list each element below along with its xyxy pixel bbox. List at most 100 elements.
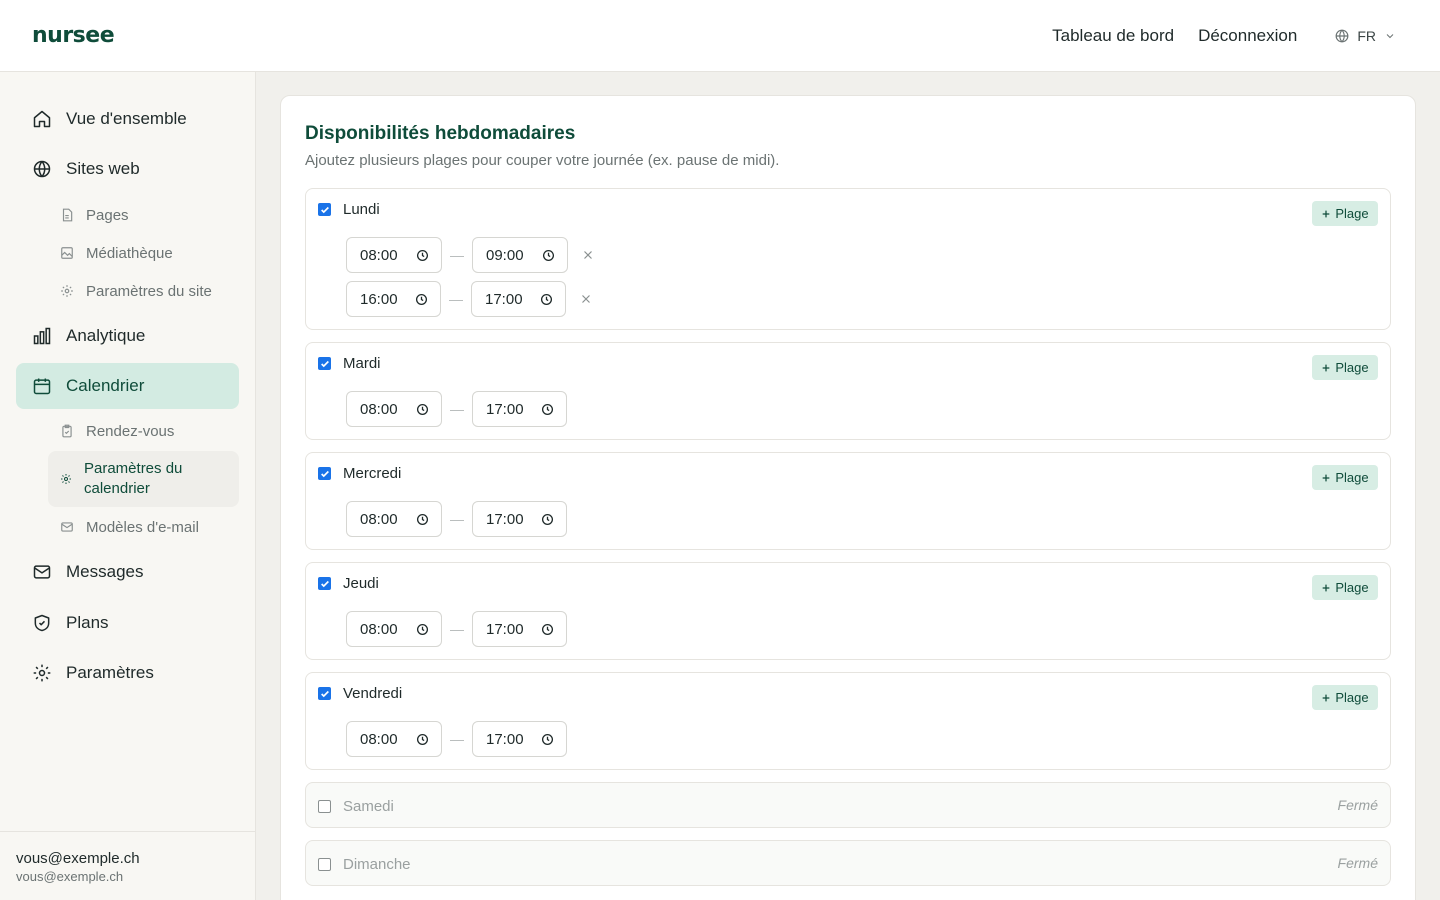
day-header: Mardi [318, 355, 381, 372]
start-time-input[interactable]: 16:00 [346, 281, 441, 317]
day-header: Mercredi [318, 465, 401, 482]
logo[interactable]: nursee [32, 23, 115, 48]
add-range-label: Plage [1335, 360, 1369, 375]
sidebar-item-websites[interactable]: Sites web [16, 146, 239, 192]
start-time-input[interactable]: 08:00 [346, 721, 442, 757]
add-range-button[interactable]: Plage [1312, 465, 1378, 490]
day-header: Jeudi [318, 575, 379, 592]
clock-icon [416, 403, 429, 415]
day-row-monday: Lundi Plage 08:00 — 09:00 16:00 — 17:00 [305, 188, 1391, 330]
day-name: Lundi [343, 201, 380, 218]
sidebar-item-analytics[interactable]: Analytique [16, 313, 239, 359]
range-separator: — [450, 247, 464, 263]
add-range-label: Plage [1335, 470, 1369, 485]
file-icon [62, 208, 73, 222]
sidebar-subitem-label: Rendez-vous [86, 422, 175, 440]
top-nav: Tableau de bord Déconnexion FR [1052, 26, 1408, 46]
remove-range-button[interactable] [582, 249, 594, 261]
start-time-input[interactable]: 08:00 [346, 611, 442, 647]
sidebar-item-settings[interactable]: Paramètres [16, 650, 239, 696]
day-checkbox[interactable] [318, 357, 331, 370]
sidebar-subitem-appointments[interactable]: Rendez-vous [48, 421, 239, 441]
user-email: vous@exemple.ch [16, 869, 124, 884]
end-time-value: 17:00 [486, 400, 524, 418]
plus-icon [1323, 474, 1330, 481]
day-checkbox[interactable] [318, 800, 331, 813]
start-time-value: 08:00 [360, 246, 398, 264]
day-header: Samedi [318, 798, 394, 815]
sidebar-subitem-label: Pages [86, 206, 129, 224]
closed-label: Fermé [1337, 855, 1378, 871]
end-time-input[interactable]: 17:00 [472, 391, 567, 427]
checkmark-icon [320, 470, 329, 477]
day-row-saturday: Samedi Fermé [305, 782, 1391, 828]
dashboard-link[interactable]: Tableau de bord [1052, 26, 1174, 46]
day-checkbox[interactable] [318, 467, 331, 480]
logout-link[interactable]: Déconnexion [1198, 26, 1297, 46]
end-time-input[interactable]: 17:00 [472, 611, 567, 647]
start-time-value: 08:00 [360, 400, 398, 418]
end-time-input[interactable]: 09:00 [472, 237, 568, 273]
clock-icon [415, 293, 428, 305]
start-time-input[interactable]: 08:00 [346, 237, 442, 273]
clock-icon [541, 403, 554, 415]
start-time-input[interactable]: 08:00 [346, 391, 442, 427]
sidebar-subitem-email-templates[interactable]: Modèles d'e-mail [48, 517, 239, 537]
day-checkbox[interactable] [318, 858, 331, 871]
end-time-value: 17:00 [486, 620, 524, 638]
start-time-value: 08:00 [360, 730, 398, 748]
add-range-button[interactable]: Plage [1312, 575, 1378, 600]
end-time-input[interactable]: 17:00 [472, 721, 567, 757]
sidebar-subitem-label: Médiathèque [86, 244, 173, 262]
globe-icon [33, 160, 51, 178]
sidebar-item-label: Messages [66, 562, 144, 581]
remove-range-button[interactable] [580, 293, 592, 305]
clipboard-icon [62, 424, 72, 438]
add-range-label: Plage [1335, 580, 1369, 595]
add-range-button[interactable]: Plage [1312, 355, 1378, 380]
shield-icon [34, 614, 50, 632]
range-separator: — [450, 401, 464, 417]
image-icon [61, 247, 73, 259]
checkmark-icon [320, 206, 329, 213]
calendar-icon [33, 378, 51, 395]
day-checkbox[interactable] [318, 577, 331, 590]
clock-icon [416, 513, 429, 525]
sidebar-item-label: Calendrier [66, 376, 145, 395]
sidebar-subitem-pages[interactable]: Pages [48, 205, 239, 225]
time-range: 08:00 — 17:00 [346, 611, 567, 647]
clock-icon [541, 733, 554, 745]
closed-label: Fermé [1337, 797, 1378, 813]
end-time-value: 17:00 [485, 290, 523, 308]
time-range: 08:00 — 17:00 [346, 391, 567, 427]
start-time-input[interactable]: 08:00 [346, 501, 442, 537]
clock-icon [416, 249, 429, 261]
sidebar-item-messages[interactable]: Messages [16, 549, 239, 595]
add-range-button[interactable]: Plage [1312, 201, 1378, 226]
day-name: Dimanche [343, 856, 411, 873]
sidebar-item-overview[interactable]: Vue d'ensemble [16, 96, 239, 142]
sidebar-item-label: Analytique [66, 326, 146, 345]
sidebar-item-label: Plans [66, 613, 109, 632]
day-checkbox[interactable] [318, 203, 331, 216]
end-time-input[interactable]: 17:00 [471, 281, 566, 317]
plus-icon [1323, 364, 1330, 371]
end-time-input[interactable]: 17:00 [472, 501, 567, 537]
range-separator: — [450, 621, 464, 637]
card-subtitle: Ajoutez plusieurs plages pour couper vot… [305, 152, 780, 169]
sidebar-subitem-media[interactable]: Médiathèque [48, 243, 239, 263]
add-range-button[interactable]: Plage [1312, 685, 1378, 710]
sidebar-subitem-calendar-settings[interactable]: Paramètres du calendrier [48, 451, 239, 507]
language-selector[interactable]: FR [1335, 28, 1396, 44]
day-checkbox[interactable] [318, 687, 331, 700]
bar-chart-icon [33, 327, 51, 345]
end-time-value: 09:00 [486, 246, 524, 264]
sidebar-subitem-site-settings[interactable]: Paramètres du site [48, 281, 239, 301]
sidebar-item-calendar[interactable]: Calendrier [16, 363, 239, 409]
day-row-sunday: Dimanche Fermé [305, 840, 1391, 886]
user-box[interactable]: vous@exemple.ch vous@exemple.ch [0, 831, 256, 900]
range-separator: — [450, 511, 464, 527]
sidebar-item-plans[interactable]: Plans [16, 600, 239, 646]
end-time-value: 17:00 [486, 730, 524, 748]
gear-icon [33, 664, 51, 682]
